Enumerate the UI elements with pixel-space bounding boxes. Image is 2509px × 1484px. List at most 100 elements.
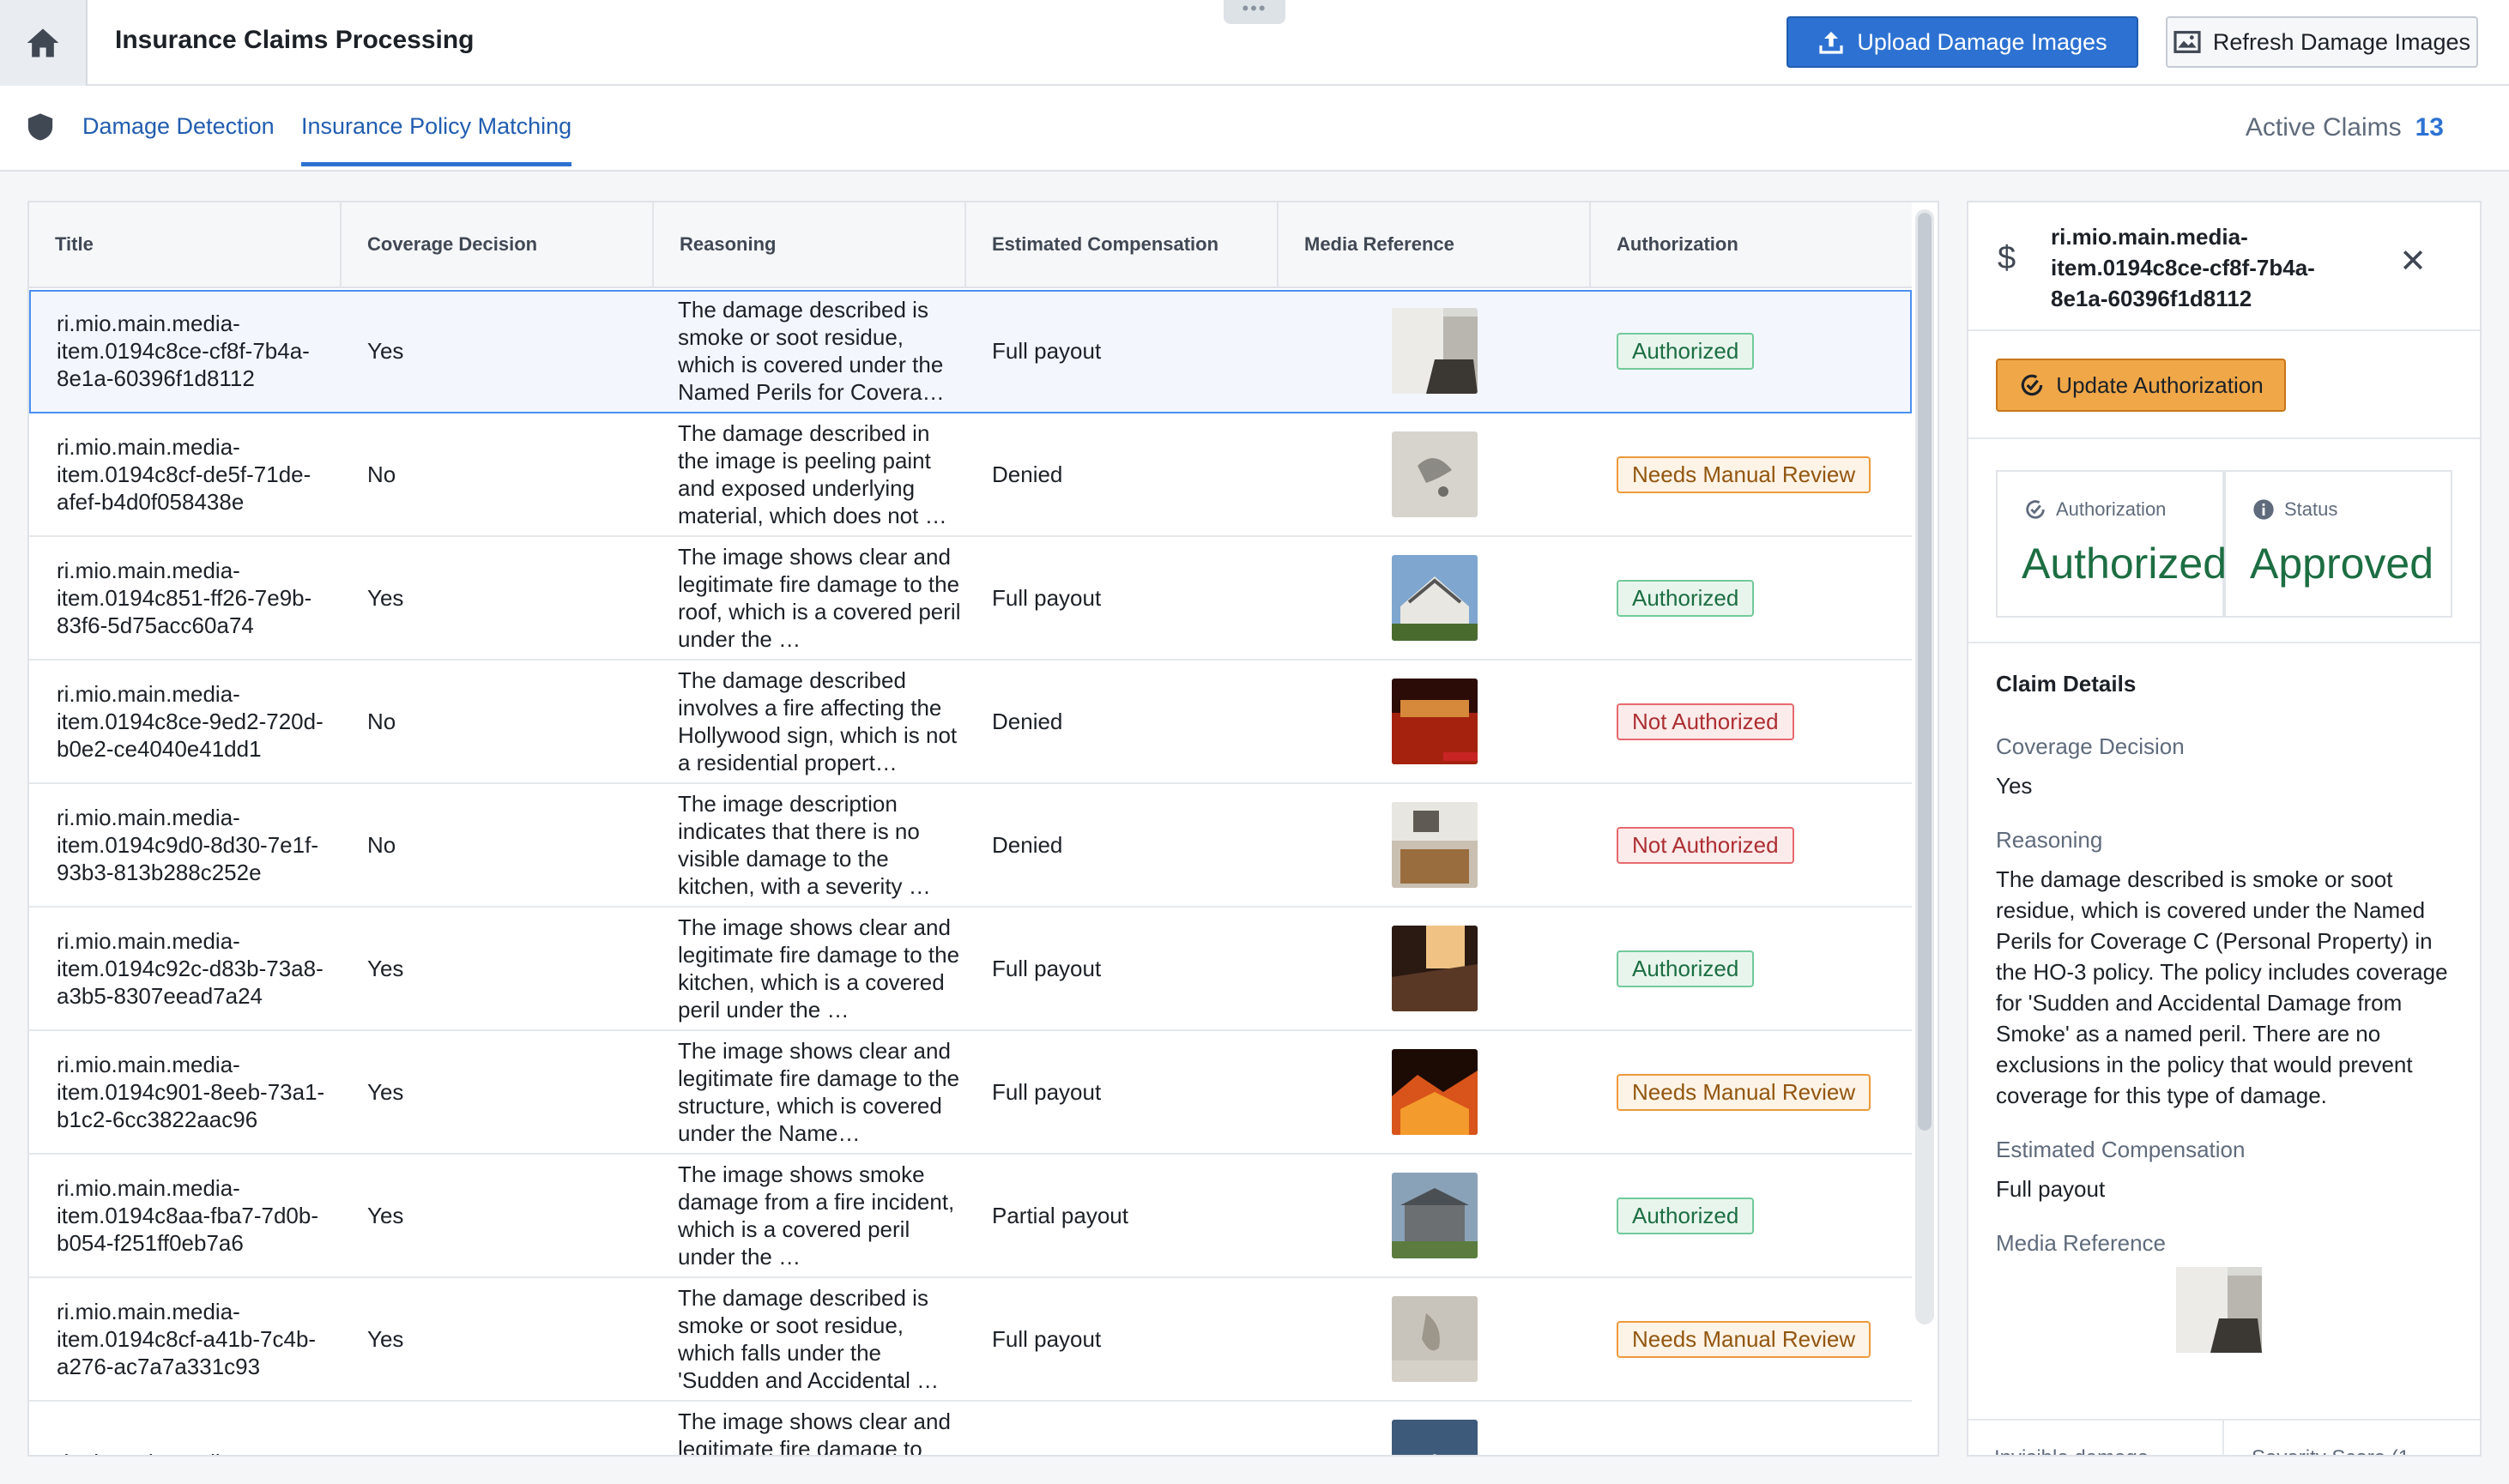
table-row[interactable]: ri.mio.main.media-item.0194c9d0-8d30-7e1… (29, 784, 1912, 908)
invisible-damage-stat: Invisible damage (1968, 1421, 2224, 1455)
column-header-authorization[interactable]: Authorization (1591, 202, 1912, 287)
active-claims: Active Claims 13 (2246, 113, 2444, 142)
table-row[interactable]: ri.mio.main.media-item.0194c851-ff26-7e9… (29, 537, 1912, 661)
media-thumbnail[interactable] (1392, 431, 1478, 517)
more-stats: Invisible damage Severity Score (1 (1968, 1419, 2480, 1455)
row-media-reference[interactable] (1279, 555, 1591, 641)
row-title: ri.mio.main.media- (29, 1449, 342, 1455)
tab-insurance-policy-matching[interactable]: Insurance Policy Matching (301, 113, 572, 166)
close-icon[interactable]: ✕ (2399, 245, 2427, 278)
table-row[interactable]: ri.mio.main.media-item.0194c901-8eeb-73a… (29, 1031, 1912, 1155)
row-estimated-compensation: Full payout (992, 1325, 1102, 1352)
row-coverage-decision: Yes (367, 337, 404, 364)
row-reasoning: The image description indicates that the… (678, 791, 931, 899)
table-scrollbar[interactable] (1915, 209, 1934, 1324)
refresh-damage-images-button[interactable]: Refresh Damage Images (2166, 16, 2478, 68)
row-authorization: Needs Manual Review (1591, 455, 1903, 493)
row-authorization: Authorized (1591, 579, 1903, 617)
row-estimated-compensation: Full payout (992, 955, 1102, 981)
column-header-coverage[interactable]: Coverage Decision (342, 202, 654, 287)
dollar-icon: $ (1998, 240, 2016, 276)
drag-handle[interactable]: ••• (1224, 0, 1285, 24)
coverage-decision-label: Coverage Decision (1996, 733, 2185, 759)
app-header: Insurance Claims Processing ••• Upload D… (0, 0, 2509, 86)
row-title: ri.mio.main.media-item.0194c8ce-9ed2-720… (57, 681, 323, 762)
authorization-stat-value: Authorized (2022, 540, 2228, 588)
refresh-label: Refresh Damage Images (2212, 28, 2471, 55)
media-thumbnail[interactable] (1392, 802, 1478, 888)
authorization-icon (2026, 500, 2045, 519)
row-authorization: Not Authorized (1591, 703, 1903, 740)
upload-damage-images-button[interactable]: Upload Damage Images (1787, 16, 2138, 68)
column-header-compensation[interactable]: Estimated Compensation (966, 202, 1279, 287)
media-thumbnail[interactable] (1392, 1296, 1478, 1382)
column-header-reasoning[interactable]: Reasoning (654, 202, 966, 287)
home-button[interactable] (0, 0, 88, 86)
tabs-bar: Damage Detection Insurance Policy Matchi… (0, 86, 2509, 172)
table-row[interactable]: ri.mio.main.media-item.0194c8ce-cf8f-7b4… (29, 290, 1912, 413)
row-authorization: Not Authorized (1591, 826, 1903, 864)
row-title: ri.mio.main.media-item.0194c8cf-de5f-71d… (57, 434, 311, 515)
row-media-reference[interactable] (1279, 926, 1591, 1011)
claim-details-heading: Claim Details (1996, 671, 2137, 697)
claim-detail-panel: $ ri.mio.main.media-item.0194c8ce-cf8f-7… (1967, 201, 2482, 1457)
row-media-reference[interactable] (1279, 1049, 1591, 1135)
row-media-reference[interactable] (1279, 679, 1591, 764)
table-row[interactable]: ri.mio.main.media-item.0194c8cf-de5f-71d… (29, 413, 1912, 537)
row-coverage-decision: No (367, 708, 396, 734)
row-media-reference[interactable] (1279, 1296, 1591, 1382)
row-media-reference[interactable] (1279, 802, 1591, 888)
row-reasoning: The damage described in the image is pee… (678, 420, 947, 528)
media-thumbnail[interactable] (1392, 308, 1478, 394)
row-estimated-compensation: Full payout (992, 337, 1102, 364)
media-thumbnail[interactable] (1392, 1173, 1478, 1258)
authorization-badge: Not Authorized (1617, 703, 1794, 740)
media-thumbnail[interactable] (1392, 926, 1478, 1011)
status-stat: Status Approved (2224, 470, 2452, 618)
authorization-badge: Authorized (1617, 332, 1755, 370)
media-thumbnail[interactable] (1392, 679, 1478, 764)
table-row[interactable]: ri.mio.main.media-item.0194c92c-d83b-73a… (29, 908, 1912, 1031)
authorization-badge: Authorized (1617, 1197, 1755, 1234)
media-thumbnail[interactable] (1392, 555, 1478, 641)
media-thumbnail[interactable] (1392, 1049, 1478, 1135)
row-media-reference[interactable] (1279, 431, 1591, 517)
panel-header: $ ri.mio.main.media-item.0194c8ce-cf8f-7… (1968, 202, 2480, 331)
row-title: ri.mio.main.media-item.0194c8ce-cf8f-7b4… (57, 311, 310, 391)
authorization-badge: Needs Manual Review (1617, 1073, 1871, 1111)
column-header-title[interactable]: Title (29, 202, 342, 287)
claim-details: Claim Details Coverage Decision Yes Reas… (1996, 671, 2459, 1357)
row-coverage-decision: No (367, 831, 396, 858)
media-thumbnail[interactable] (1392, 1420, 1478, 1457)
row-reasoning: The image shows clear and legitimate fir… (678, 1038, 960, 1146)
row-media-reference[interactable] (1279, 1173, 1591, 1258)
row-estimated-compensation: Full payout (992, 584, 1102, 611)
severity-score-stat: Severity Score (1 (2226, 1421, 2480, 1455)
row-reasoning: The damage described is smoke or soot re… (678, 297, 945, 405)
authorization-badge: Needs Manual Review (1617, 455, 1871, 493)
table-row[interactable]: ri.mio.main.media-item.0194c8cf-a41b-7c4… (29, 1278, 1912, 1402)
status-stat-label: Status (2284, 498, 2338, 520)
row-media-reference[interactable] (1279, 308, 1591, 394)
status-stat-label-row: Status (2252, 498, 2337, 522)
table-row[interactable]: ri.mio.main.media- The image shows clear … (29, 1402, 1912, 1457)
row-reasoning: The image shows clear and legitimate fir… (678, 914, 960, 1023)
stats-area: Authorization Authorized Status Approved (1968, 441, 2480, 643)
row-authorization: Authorized (1591, 1197, 1903, 1234)
row-media-reference[interactable] (1279, 1420, 1591, 1457)
panel-title: ri.mio.main.media-item.0194c8ce-cf8f-7b4… (2051, 224, 2315, 311)
row-reasoning: The damage described involves a fire aff… (678, 667, 958, 775)
media-reference-thumbnail[interactable] (2176, 1267, 2459, 1357)
update-authorization-button[interactable]: Update Authorization (1996, 359, 2286, 412)
estimated-compensation-label: Estimated Compensation (1996, 1137, 2246, 1162)
column-header-media[interactable]: Media Reference (1279, 202, 1591, 287)
row-coverage-decision: Yes (367, 1078, 404, 1105)
app-title: Insurance Claims Processing (115, 26, 475, 54)
refresh-check-icon (2022, 374, 2043, 396)
tab-damage-detection[interactable]: Damage Detection (82, 113, 275, 140)
row-coverage-decision: Yes (367, 955, 404, 981)
scrollbar-thumb[interactable] (1918, 213, 1932, 1131)
table-row[interactable]: ri.mio.main.media-item.0194c8aa-fba7-7d0… (29, 1155, 1912, 1278)
row-title: ri.mio.main.media-item.0194c9d0-8d30-7e1… (57, 805, 318, 885)
table-row[interactable]: ri.mio.main.media-item.0194c8ce-9ed2-720… (29, 661, 1912, 784)
